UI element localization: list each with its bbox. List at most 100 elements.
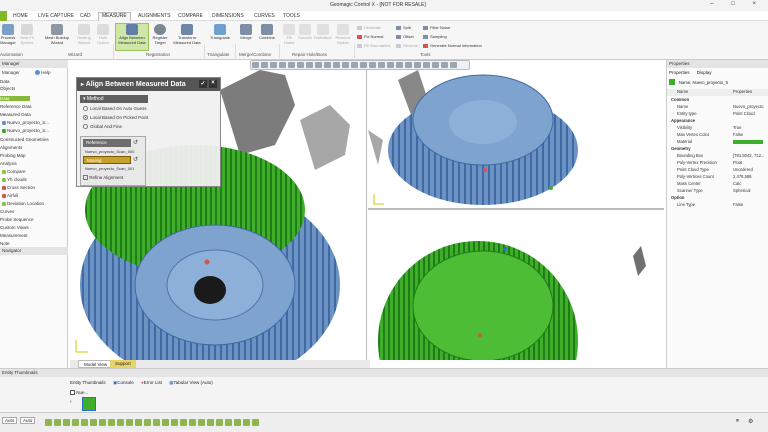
selection-tool-icon[interactable]	[63, 419, 70, 426]
property-category[interactable]: Option	[667, 195, 768, 202]
property-category[interactable]: Geometry	[667, 146, 768, 153]
register-target-button[interactable]: Register Target	[150, 24, 170, 45]
minimize-button[interactable]: –	[710, 1, 721, 7]
view-tool-icon[interactable]	[333, 62, 340, 68]
hole-option-button[interactable]: Hole Option	[94, 24, 112, 45]
smooth-button[interactable]: Smooth	[297, 24, 313, 41]
view-tool-icon[interactable]	[423, 62, 430, 68]
fill-boundaries-button[interactable]: Fill Boundaries	[357, 43, 390, 48]
tree-item-clouds[interactable]: Yh clouds	[2, 177, 27, 182]
view-tool-icon[interactable]	[261, 62, 268, 68]
select-mode-dropdown[interactable]: Auto	[2, 417, 18, 424]
view-tool-icon[interactable]	[324, 62, 331, 68]
selection-tool-icon[interactable]	[54, 419, 61, 426]
fill-holes-button[interactable]: Fill Holes	[281, 24, 297, 45]
file-menu-tab[interactable]	[0, 11, 7, 21]
selection-tool-icon[interactable]	[225, 419, 232, 426]
tree-item-probe-sequence[interactable]: Probe Sequence	[0, 217, 34, 222]
refresh-icon[interactable]: ↺	[133, 156, 138, 163]
tree-item-curves[interactable]: Curves	[0, 209, 14, 214]
tree-item-scan-001[interactable]: Nuevo_proyecto_S...	[2, 128, 49, 133]
view-tool-icon[interactable]	[387, 62, 394, 68]
sampling-button[interactable]: Sampling	[423, 34, 447, 39]
tab-tools[interactable]: TOOLS	[283, 13, 300, 19]
cancel-button[interactable]: ×	[209, 80, 217, 88]
moving-view[interactable]	[368, 211, 664, 360]
tree-item-compare[interactable]: Compare	[2, 169, 26, 174]
tab-support[interactable]: Support	[110, 360, 136, 368]
tree-item-custom-views[interactable]: Custom Views	[0, 225, 29, 230]
decimate-button[interactable]: Decimate	[357, 25, 381, 30]
tab-properties[interactable]: Properties	[669, 70, 690, 75]
tab-measure[interactable]: MEASURE	[98, 12, 131, 21]
triangulate-button[interactable]: Triangulate	[206, 24, 234, 41]
window-controls[interactable]: – □ ×	[710, 1, 764, 7]
view-tool-icon[interactable]	[342, 62, 349, 68]
view-tool-icon[interactable]	[288, 62, 295, 68]
tab-error-list[interactable]: Error List	[144, 380, 162, 385]
view-tool-icon[interactable]	[270, 62, 277, 68]
property-value[interactable]: Unordered	[733, 167, 753, 172]
selection-tool-icon[interactable]	[99, 419, 106, 426]
tree-item-measurement[interactable]: Measurement	[0, 233, 28, 238]
tree-item-constructed-geometries[interactable]: Constructed Geometries	[0, 137, 49, 142]
healing-wizard-button[interactable]: Healing Wizard	[75, 24, 93, 45]
selection-tool-icon[interactable]	[171, 419, 178, 426]
selection-tool-icon[interactable]	[45, 419, 52, 426]
tab-entity-thumbnails[interactable]: Entity Thumbnails	[70, 380, 106, 385]
method-option-global-fine[interactable]: Global And Fine	[83, 124, 122, 130]
generate-normal-button[interactable]: Generate Normal Information	[423, 43, 482, 48]
tree-item-reference-data[interactable]: Reference Data	[0, 104, 32, 109]
view-tool-icon[interactable]	[405, 62, 412, 68]
tree-item-deviation-location[interactable]: Deviation Location	[2, 201, 44, 206]
tab-manager[interactable]: Manager	[2, 70, 20, 75]
selection-tool-icon[interactable]	[198, 419, 205, 426]
selection-tool-icon[interactable]	[108, 419, 115, 426]
radio-icon[interactable]	[83, 115, 88, 121]
remove-spikes-button[interactable]: Remove Spikes	[333, 24, 353, 45]
tab-display[interactable]: Display	[697, 70, 712, 75]
selection-tool-icon[interactable]	[180, 419, 187, 426]
refine-alignment-checkbox[interactable]: ✓ Refine Alignment	[83, 175, 123, 181]
selection-tool-icon[interactable]	[243, 419, 250, 426]
property-value[interactable]: Float	[733, 160, 742, 165]
best-fit-sphere-button[interactable]: Best Fit Sphere	[17, 24, 37, 45]
tree-item-cross-section[interactable]: Cross Section	[2, 185, 35, 190]
view-tool-icon[interactable]	[279, 62, 286, 68]
tab-model-view[interactable]: Model View	[78, 360, 114, 368]
property-value[interactable]: [781.5042, 712...	[733, 153, 764, 158]
selection-tool-icon[interactable]	[144, 419, 151, 426]
tree-item-probing-map[interactable]: Probing Map	[0, 153, 26, 158]
property-value[interactable]: Calc	[733, 181, 741, 186]
align-between-measured-data-button[interactable]: Align Between Measured Data	[115, 23, 149, 51]
view-tool-icon[interactable]	[315, 62, 322, 68]
view-tool-icon[interactable]	[351, 62, 358, 68]
tree-item-note[interactable]: Note	[0, 241, 10, 246]
process-manager-button[interactable]: Process Manager	[0, 24, 16, 45]
mesh-buildup-wizard-button[interactable]: Mesh Buildup Wizard	[40, 24, 74, 45]
tree-item-analysis[interactable]: Analysis	[0, 161, 17, 166]
method-option-picked-point[interactable]: Local Based On Picked Point	[83, 115, 148, 121]
radio-icon[interactable]	[83, 106, 88, 112]
filter-dropdown[interactable]: Auto	[20, 417, 36, 424]
defeature-button[interactable]: Defeature	[314, 24, 332, 41]
view-tool-icon[interactable]	[360, 62, 367, 68]
selection-tool-icon[interactable]	[252, 419, 259, 426]
reverse-button[interactable]: Reverse	[396, 43, 418, 48]
view-tool-icon[interactable]	[396, 62, 403, 68]
selection-tool-icon[interactable]	[162, 419, 169, 426]
selection-tool-icon[interactable]	[126, 419, 133, 426]
tree-item-measured-data[interactable]: Measured Data	[0, 112, 31, 117]
method-option-auto-guess[interactable]: Local Based On Auto Guess	[83, 106, 147, 112]
reference-view[interactable]	[368, 60, 664, 210]
selection-tool-icon[interactable]	[72, 419, 79, 426]
property-value[interactable]: Point Cloud	[733, 111, 755, 116]
radio-icon[interactable]	[83, 124, 88, 130]
property-value[interactable]: True	[733, 125, 741, 130]
view-tool-icon[interactable]	[378, 62, 385, 68]
tab-cad[interactable]: CAD	[80, 13, 91, 19]
method-section-header[interactable]: ▾ Method	[80, 95, 148, 103]
tree-item-airfoil[interactable]: Airfoil	[2, 193, 18, 198]
merge-button[interactable]: Merge	[237, 24, 255, 41]
property-value[interactable]: Nuevo_proyecto	[733, 104, 764, 109]
